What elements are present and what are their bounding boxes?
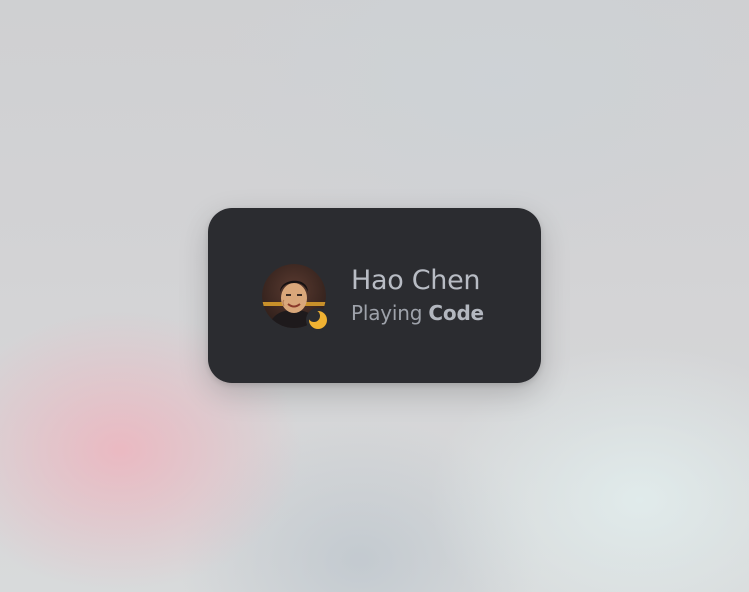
status-indicator xyxy=(306,308,330,332)
activity-game[interactable]: Code xyxy=(428,301,484,325)
crescent-moon-icon xyxy=(308,310,327,329)
user-presence-card[interactable]: Hao Chen Playing Code xyxy=(208,208,541,383)
avatar-container[interactable] xyxy=(262,264,330,332)
activity-status: Playing Code xyxy=(351,300,484,326)
user-name: Hao Chen xyxy=(351,265,481,296)
user-info: Hao Chen Playing Code xyxy=(351,264,484,326)
activity-verb: Playing xyxy=(351,301,423,325)
